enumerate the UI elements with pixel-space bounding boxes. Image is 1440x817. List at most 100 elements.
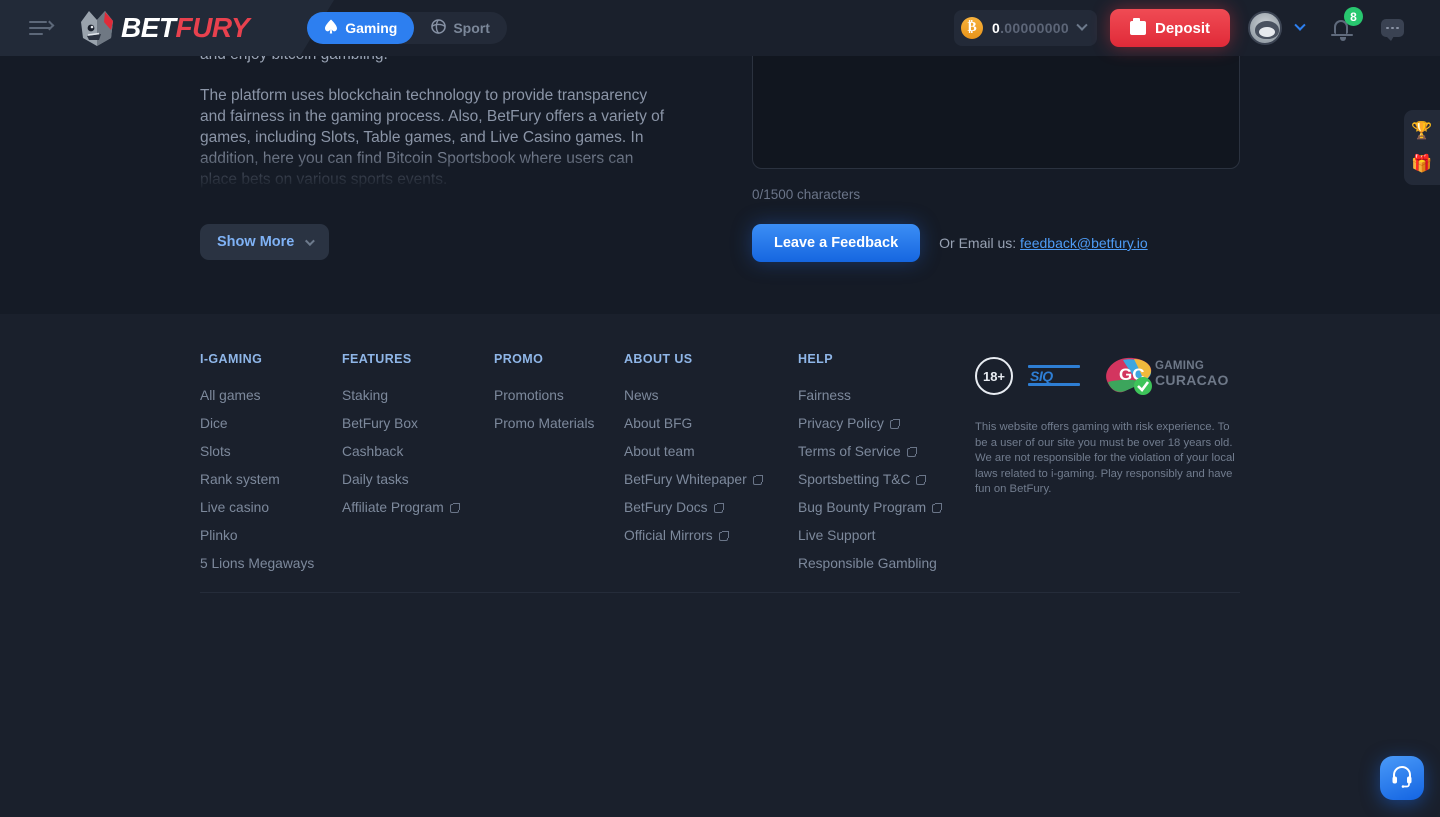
footer-link-label: Fairness — [798, 388, 851, 403]
trophy-icon[interactable]: 🏆 — [1410, 119, 1434, 143]
footer-link-label: About BFG — [624, 416, 693, 431]
deposit-button[interactable]: Deposit — [1109, 9, 1230, 47]
balance-fraction: .00000000 — [1000, 20, 1069, 36]
logo-text-fury: FURY — [175, 12, 250, 43]
footer-link-label: Affiliate Program — [342, 500, 444, 515]
avatar[interactable] — [1248, 11, 1282, 45]
gaming-curacao-logo[interactable]: GC GAMING CURACAO — [1101, 353, 1228, 399]
footer-column-promo: PROMO Promotions Promo Materials — [494, 352, 624, 583]
side-rail: 🏆 🎁 — [1404, 110, 1440, 185]
footer-link[interactable]: Live Support — [798, 527, 978, 545]
footer-link[interactable]: Plinko — [200, 527, 342, 545]
site-footer: I-GAMING All games Dice Slots Rank syste… — [0, 314, 1440, 817]
external-link-icon — [932, 502, 943, 513]
tab-sport[interactable]: Sport — [414, 12, 507, 44]
footer-link-label: About team — [624, 444, 695, 459]
footer-link-label: Daily tasks — [342, 472, 409, 487]
leave-feedback-button[interactable]: Leave a Feedback — [752, 224, 921, 262]
footer-link[interactable]: Affiliate Program — [342, 499, 494, 517]
footer-link-label: Plinko — [200, 528, 238, 543]
deposit-label: Deposit — [1154, 19, 1210, 37]
footer-link[interactable]: News — [624, 387, 798, 405]
feedback-char-counter: 0/1500 characters — [752, 187, 861, 202]
chat-icon — [1381, 19, 1404, 41]
footer-column-features: FEATURES Staking BetFury Box Cashback Da… — [342, 352, 494, 583]
footer-link-label: Promo Materials — [494, 416, 595, 431]
chevron-down-icon[interactable] — [1076, 19, 1088, 31]
profile-chevron-down-icon[interactable] — [1294, 19, 1306, 31]
notifications-button[interactable]: 8 — [1331, 7, 1363, 41]
footer-link[interactable]: About BFG — [624, 415, 798, 433]
footer-link[interactable]: Slots — [200, 443, 342, 461]
balance-whole: 0 — [992, 20, 1001, 36]
footer-link[interactable]: Dice — [200, 415, 342, 433]
footer-link[interactable]: 5 Lions Megaways — [200, 555, 342, 573]
betfury-logo[interactable]: BETFURY — [75, 8, 250, 48]
chat-button[interactable] — [1381, 19, 1404, 41]
tab-gaming-label: Gaming — [345, 20, 398, 36]
notification-badge: 8 — [1344, 7, 1363, 26]
footer-link[interactable]: Official Mirrors — [624, 527, 798, 545]
footer-link[interactable]: BetFury Box — [342, 415, 494, 433]
wallet-icon — [1129, 18, 1146, 35]
external-link-icon — [906, 446, 917, 457]
column-title: ABOUT US — [624, 352, 693, 366]
curacao-line1: GAMING — [1155, 360, 1205, 372]
column-title: I-GAMING — [200, 352, 263, 366]
footer-link[interactable]: Staking — [342, 387, 494, 405]
gift-icon[interactable]: 🎁 — [1410, 152, 1434, 176]
footer-link[interactable]: Sportsbetting T&C — [798, 471, 978, 489]
footer-link[interactable]: BetFury Docs — [624, 499, 798, 517]
footer-link[interactable]: Terms of Service — [798, 443, 978, 461]
footer-link-label: News — [624, 388, 659, 403]
show-more-button[interactable]: Show More — [200, 224, 330, 260]
column-title: FEATURES — [342, 352, 412, 366]
footer-link[interactable]: Promotions — [494, 387, 624, 405]
footer-link-label: Official Mirrors — [624, 528, 713, 543]
footer-link[interactable]: Bug Bounty Program — [798, 499, 978, 517]
footer-link-label: Promotions — [494, 388, 564, 403]
footer-link-label: BetFury Box — [342, 416, 418, 431]
balance-selector[interactable]: ₿ 0.00000000 — [954, 10, 1097, 46]
tab-gaming[interactable]: Gaming — [307, 12, 415, 44]
footer-link[interactable]: BetFury Whitepaper — [624, 471, 798, 489]
external-link-icon — [889, 418, 900, 429]
external-link-icon — [718, 530, 729, 541]
logo-text-bet: BET — [121, 12, 176, 43]
footer-link-label: Slots — [200, 444, 231, 459]
column-title: HELP — [798, 352, 833, 366]
footer-link-label: Dice — [200, 416, 228, 431]
siq-logo[interactable]: SIQ — [1028, 363, 1086, 389]
external-link-icon — [752, 474, 763, 485]
footer-link-label: Terms of Service — [798, 444, 901, 459]
footer-link[interactable]: About team — [624, 443, 798, 461]
footer-column-i-gaming: I-GAMING All games Dice Slots Rank syste… — [200, 352, 342, 583]
profile-menu[interactable] — [1248, 11, 1306, 45]
external-link-icon — [916, 474, 927, 485]
support-chat-button[interactable] — [1380, 756, 1424, 800]
top-header: BETFURY Gaming Sport ₿ 0.00000000 Deposi… — [0, 0, 1440, 56]
footer-link[interactable]: Responsible Gambling — [798, 555, 978, 573]
email-prefix: Or Email us: — [939, 235, 1017, 251]
hamburger-menu-icon[interactable] — [29, 16, 55, 40]
footer-link-label: Live Support — [798, 528, 876, 543]
footer-link[interactable]: All games — [200, 387, 342, 405]
external-link-icon — [713, 502, 724, 513]
footer-link-label: Staking — [342, 388, 389, 403]
footer-link[interactable]: Privacy Policy — [798, 415, 978, 433]
footer-link[interactable]: Fairness — [798, 387, 978, 405]
footer-link[interactable]: Daily tasks — [342, 471, 494, 489]
age-18-plus-badge: 18+ — [975, 357, 1013, 395]
footer-link[interactable]: Cashback — [342, 443, 494, 461]
external-link-icon — [449, 502, 460, 513]
footer-link[interactable]: Live casino — [200, 499, 342, 517]
license-section: 18+ SIQ GC GAMING CURACAO This website o… — [975, 352, 1245, 498]
footer-link-label: BetFury Docs — [624, 500, 708, 515]
wolf-mascot-icon — [75, 8, 119, 48]
footer-link-label: 5 Lions Megaways — [200, 556, 315, 571]
footer-link[interactable]: Rank system — [200, 471, 342, 489]
footer-link-label: Live casino — [200, 500, 270, 515]
basketball-icon — [431, 19, 447, 37]
footer-link[interactable]: Promo Materials — [494, 415, 624, 433]
feedback-email-link[interactable]: feedback@betfury.io — [1020, 235, 1148, 251]
